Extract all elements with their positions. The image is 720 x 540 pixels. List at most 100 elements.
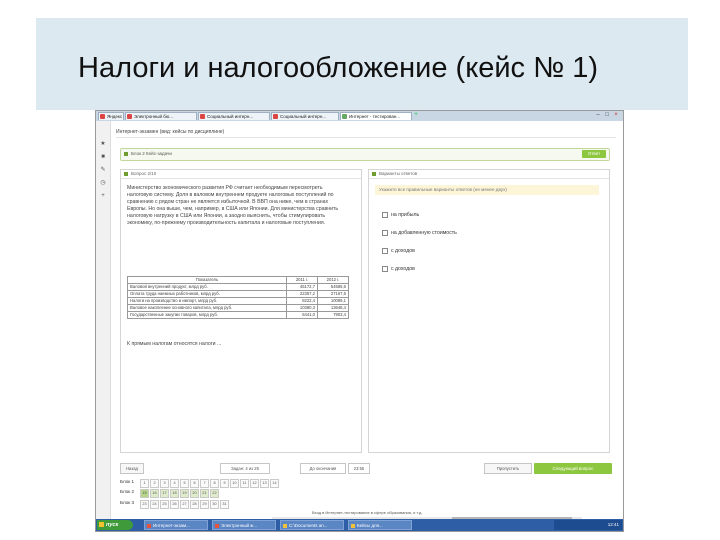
- taskbar-item[interactable]: Электронный ж...: [212, 520, 276, 530]
- question-number-cell[interactable]: 18: [170, 489, 179, 498]
- question-number-cell[interactable]: 1: [140, 479, 149, 488]
- question-number-cell[interactable]: 20: [190, 489, 199, 498]
- question-number-cell[interactable]: 9: [220, 479, 229, 488]
- system-tray: 12:41: [554, 520, 622, 530]
- question-number-cell[interactable]: 25: [160, 500, 169, 509]
- bookmark-icon[interactable]: ■: [100, 154, 106, 160]
- start-label: пуск: [106, 522, 119, 528]
- answers-panel-title: Варианты ответов: [379, 171, 418, 176]
- table-header: 2012 г.: [317, 276, 349, 284]
- question-number-cell[interactable]: 27: [180, 500, 189, 509]
- answer-option[interactable]: с доходов: [382, 266, 415, 272]
- table-cell: Налоги на производство и импорт, млрд ру…: [127, 297, 287, 305]
- question-number-cell[interactable]: 23: [140, 500, 149, 509]
- question-panel-title: Вопрос 2/10: [131, 171, 157, 176]
- question-number-cell[interactable]: 30: [210, 500, 219, 509]
- browser-tab[interactable]: Социальный интерн...: [198, 112, 270, 120]
- question-number-cell[interactable]: 29: [200, 500, 209, 509]
- browser-tab[interactable]: Яндекс: [98, 112, 124, 120]
- star-icon[interactable]: ★: [100, 141, 106, 147]
- checkbox[interactable]: [382, 230, 388, 236]
- answers-icon: [372, 172, 376, 176]
- question-number-cell[interactable]: 22: [210, 489, 219, 498]
- question-number-cell[interactable]: 7: [200, 479, 209, 488]
- table-cell: 54585,6: [317, 283, 349, 291]
- answer-option-label: с доходов: [391, 266, 415, 272]
- question-icon: [124, 172, 128, 176]
- question-number-cell[interactable]: 8: [210, 479, 219, 488]
- table-cell: 6441,0: [286, 311, 318, 319]
- block-2-label: Блок 2: [120, 489, 135, 494]
- table-cell: 13648,4: [317, 304, 349, 312]
- answer-option[interactable]: на добавленную стоимость: [382, 230, 457, 236]
- question-number-cell[interactable]: 11: [240, 479, 249, 488]
- minimize-icon[interactable]: –: [595, 112, 601, 118]
- question-number-cell[interactable]: 4: [170, 479, 179, 488]
- question-number-cell[interactable]: 5: [180, 479, 189, 488]
- table-cell: 8222,4: [286, 297, 318, 305]
- tab-label: Электронный бю...: [134, 114, 173, 119]
- table-row: Налоги на производство и импорт, млрд ру…: [127, 297, 349, 305]
- folder-icon: [351, 524, 355, 528]
- new-tab-button[interactable]: +: [414, 111, 418, 118]
- browser-tab[interactable]: Электронный бю...: [125, 112, 197, 120]
- page-icon: [342, 114, 347, 119]
- table-cell: Оплата труда наемных работников, млрд ру…: [127, 290, 287, 298]
- answers-panel: Варианты ответов Укажите все правильные …: [368, 169, 610, 453]
- answer-option[interactable]: на прибыль: [382, 212, 419, 218]
- question-number-cell[interactable]: 24: [150, 500, 159, 509]
- data-table: Показатель 2011 г. 2012 г. Валовой внутр…: [127, 276, 349, 319]
- question-number-cell[interactable]: 2: [150, 479, 159, 488]
- prev-button[interactable]: Назад: [120, 463, 144, 474]
- skip-button[interactable]: Пропустить: [484, 463, 532, 474]
- close-icon[interactable]: ×: [613, 112, 619, 118]
- question-number-cell[interactable]: 28: [190, 500, 199, 509]
- block-bar: Блок 2 Кейс-задачи: [120, 148, 610, 161]
- add-panel-icon[interactable]: +: [100, 193, 106, 199]
- taskbar: пуск Интернет-экзам... Электронный ж... …: [96, 519, 623, 531]
- slide-title: Налоги и налогообложение (кейс № 1): [78, 52, 599, 84]
- question-number-cell[interactable]: 26: [170, 500, 179, 509]
- question-number-cell[interactable]: 6: [190, 479, 199, 488]
- notes-icon[interactable]: ✎: [100, 167, 106, 173]
- question-number-cell[interactable]: 14: [270, 479, 279, 488]
- question-number-cell[interactable]: 21: [200, 489, 209, 498]
- maximize-icon[interactable]: □: [604, 112, 610, 118]
- question-number-cell[interactable]: 12: [250, 479, 259, 488]
- start-button[interactable]: пуск: [97, 520, 133, 530]
- yandex-icon: [100, 114, 105, 119]
- question-text: Министерство экономического развития РФ …: [127, 185, 339, 227]
- taskbar-item[interactable]: С:\Documents an...: [280, 520, 344, 530]
- question-number-cell[interactable]: 13: [260, 479, 269, 488]
- answer-prompt: Укажите все правильные варианты ответов …: [375, 185, 599, 195]
- browser-icon: [215, 524, 219, 528]
- browser-icon: [147, 524, 151, 528]
- taskbar-item[interactable]: Интернет-экзам...: [144, 520, 208, 530]
- checkbox[interactable]: [382, 266, 388, 272]
- table-cell: 7903,4: [317, 311, 349, 319]
- answer-option[interactable]: с доходов: [382, 248, 415, 254]
- question-number-cell[interactable]: 17: [160, 489, 169, 498]
- question-number-cell[interactable]: 10: [230, 479, 239, 488]
- browser-tab[interactable]: Социальный интерн...: [271, 112, 339, 120]
- question-panel: Вопрос 2/10 Министерство экономического …: [120, 169, 362, 453]
- table-row: Оплата труда наемных работников, млрд ру…: [127, 290, 349, 298]
- clock: 12:41: [607, 522, 619, 527]
- status-text: Вход в Интернет-тестирование в сфере обр…: [312, 510, 423, 515]
- checkbox[interactable]: [382, 248, 388, 254]
- question-number-cell[interactable]: 31: [220, 500, 229, 509]
- checkbox[interactable]: [382, 212, 388, 218]
- block-answer-button[interactable]: Ответ: [582, 150, 606, 158]
- table-cell: Валовое накопление основного капитала, м…: [127, 304, 287, 312]
- browser-tab-active[interactable]: Интернет - тестирован...: [340, 112, 412, 120]
- question-number-cell[interactable]: 3: [160, 479, 169, 488]
- history-icon[interactable]: ◷: [100, 180, 106, 186]
- tab-label: Социальный интерн...: [280, 114, 327, 119]
- taskbar-item[interactable]: Кейсы для...: [348, 520, 412, 530]
- question-panel-header: Вопрос 2/10: [121, 170, 361, 179]
- question-number-cell[interactable]: 15: [140, 489, 149, 498]
- table-cell: Валовой внутренний продукт, млрд руб.: [127, 283, 287, 291]
- question-number-cell[interactable]: 16: [150, 489, 159, 498]
- question-number-cell[interactable]: 19: [180, 489, 189, 498]
- next-question-button[interactable]: Следующий вопрос: [534, 463, 612, 474]
